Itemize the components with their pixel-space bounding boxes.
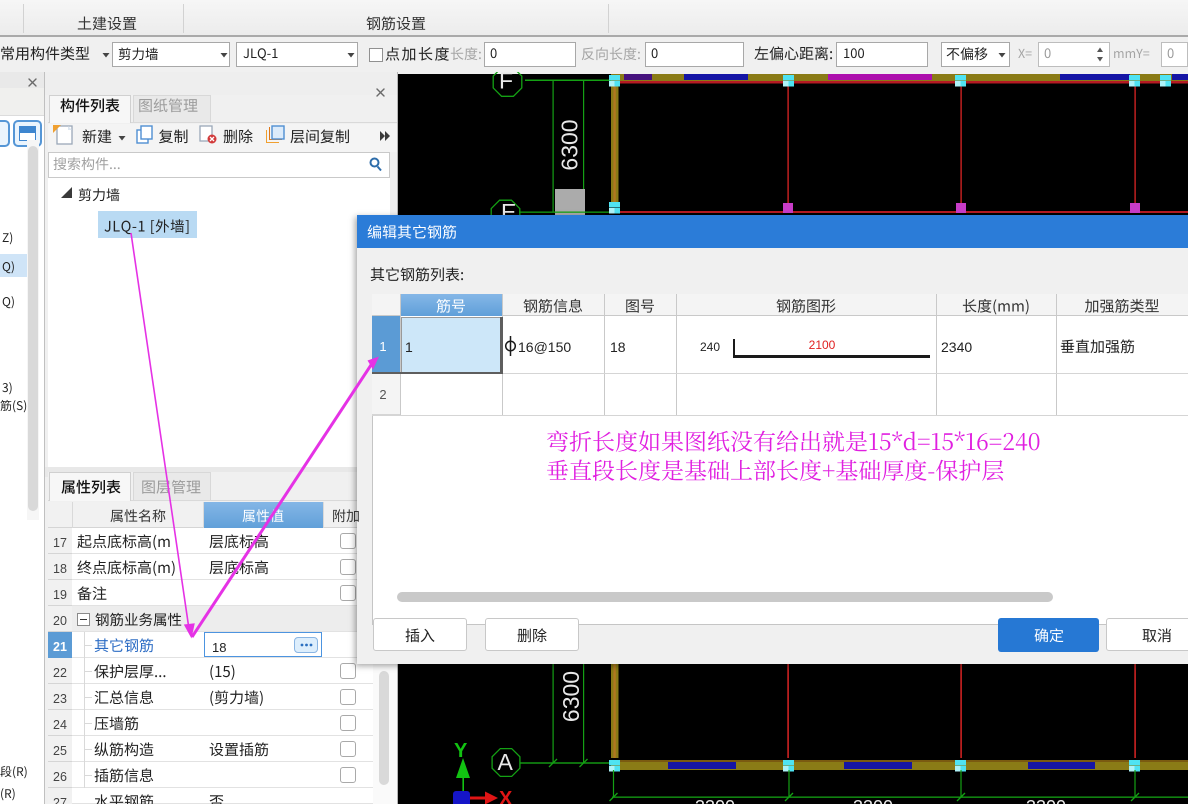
svg-text:2100: 2100 (809, 338, 836, 352)
svg-text:17: 17 (53, 536, 67, 550)
svg-text:22: 22 (53, 666, 67, 680)
svg-text:25: 25 (53, 744, 67, 758)
svg-text:20: 20 (53, 614, 67, 628)
svg-text:24: 24 (53, 718, 67, 732)
svg-text:18: 18 (212, 640, 226, 655)
svg-text:19: 19 (53, 588, 67, 602)
svg-text:240: 240 (700, 340, 720, 354)
svg-text:23: 23 (53, 692, 67, 706)
svg-text:18: 18 (610, 339, 626, 355)
svg-text:2340: 2340 (941, 339, 972, 355)
svg-text:18: 18 (53, 562, 67, 576)
svg-text:1: 1 (379, 339, 386, 354)
svg-text:21: 21 (53, 640, 67, 654)
svg-text:27: 27 (53, 796, 67, 804)
svg-text:26: 26 (53, 770, 67, 784)
svg-text:1: 1 (405, 339, 413, 355)
svg-text:2: 2 (379, 387, 386, 402)
svg-text:16@150: 16@150 (518, 339, 571, 355)
